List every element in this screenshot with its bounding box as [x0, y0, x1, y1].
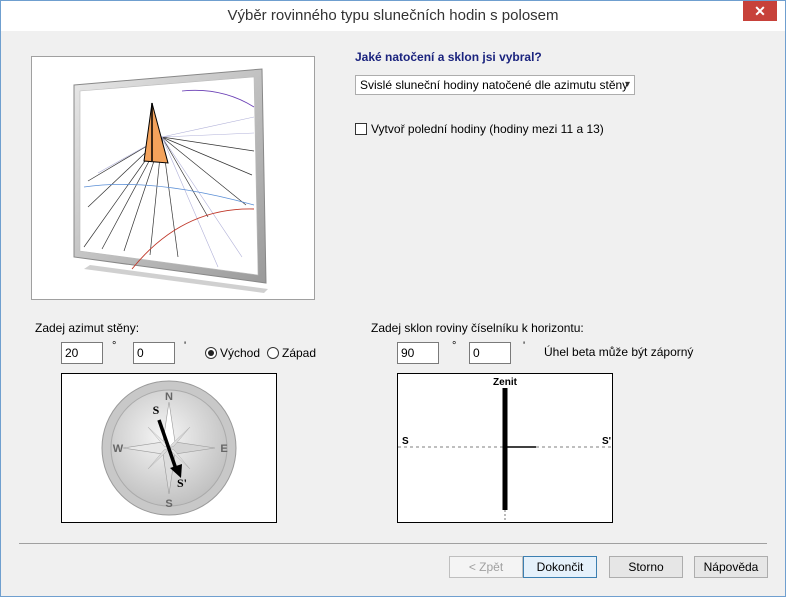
- compass-marker-s: S: [153, 403, 160, 417]
- west-radio-option[interactable]: Západ: [267, 346, 316, 360]
- window-title: Výběr rovinného typu slunečních hodin s …: [227, 7, 559, 24]
- azimuth-minutes-unit: ': [184, 340, 187, 352]
- help-button[interactable]: Nápověda: [694, 556, 768, 578]
- footer-separator: [19, 543, 767, 544]
- compass-west: W: [113, 443, 124, 455]
- close-icon: ✕: [754, 3, 766, 19]
- cancel-button[interactable]: Storno: [609, 556, 683, 578]
- noon-hours-checkbox[interactable]: [355, 123, 367, 135]
- dialog-window: Výběr rovinného typu slunečních hodin s …: [0, 0, 786, 597]
- compass-north: N: [165, 391, 173, 403]
- tilt-left-label: S: [402, 436, 409, 447]
- tilt-right-label: S': [602, 436, 611, 447]
- tilt-zenith-label: Zenit: [493, 377, 518, 388]
- east-radio-label: Východ: [220, 346, 261, 360]
- dialog-body: Jaké natočení a sklon jsi vybral? Svislé…: [9, 32, 777, 588]
- tilt-diagram: Zenit S S': [398, 377, 612, 522]
- title-bar: Výběr rovinného typu slunečních hodin s …: [1, 1, 785, 31]
- noon-hours-option[interactable]: Vytvoř polední hodiny (hodiny mezi 11 a …: [355, 122, 604, 136]
- azimuth-minutes-field[interactable]: 0: [133, 342, 175, 364]
- tilt-label: Zadej sklon roviny číselníku k horizontu…: [371, 321, 584, 335]
- compass-east: E: [220, 443, 227, 455]
- sundial-preview: [31, 56, 315, 300]
- compass-marker-s-prime: S': [177, 476, 187, 490]
- finish-button[interactable]: Dokončit: [523, 556, 597, 578]
- tilt-degrees-unit: °: [452, 340, 457, 352]
- azimuth-label: Zadej azimut stěny:: [35, 321, 140, 335]
- azimuth-degrees-field[interactable]: 20: [61, 342, 103, 364]
- tilt-note: Úhel beta může být záporný: [544, 345, 694, 359]
- azimuth-degrees-unit: °: [112, 340, 117, 352]
- compass-south: S: [165, 498, 172, 510]
- sundial-preview-image: [73, 68, 268, 293]
- question-heading: Jaké natočení a sklon jsi vybral?: [355, 50, 542, 64]
- tilt-minutes-unit: ': [523, 340, 526, 352]
- dial-type-select[interactable]: Svislé sluneční hodiny natočené dle azim…: [355, 75, 635, 95]
- dial-type-value: Svislé sluneční hodiny natočené dle azim…: [360, 78, 629, 92]
- compass-panel: N S W E S S': [61, 373, 277, 523]
- tilt-minutes-field[interactable]: 0: [469, 342, 511, 364]
- chevron-down-icon: ▾: [624, 79, 630, 90]
- west-radio[interactable]: [267, 347, 279, 359]
- compass-icon: N S W E S S': [101, 380, 237, 516]
- west-radio-label: Západ: [282, 346, 317, 360]
- noon-hours-label: Vytvoř polední hodiny (hodiny mezi 11 a …: [371, 122, 604, 136]
- back-button[interactable]: < Zpět: [449, 556, 523, 578]
- close-button[interactable]: ✕: [743, 1, 777, 21]
- tilt-degrees-field[interactable]: 90: [397, 342, 439, 364]
- tilt-diagram-panel: Zenit S S': [397, 373, 613, 523]
- east-radio-option[interactable]: Východ: [205, 346, 260, 360]
- east-radio[interactable]: [205, 347, 217, 359]
